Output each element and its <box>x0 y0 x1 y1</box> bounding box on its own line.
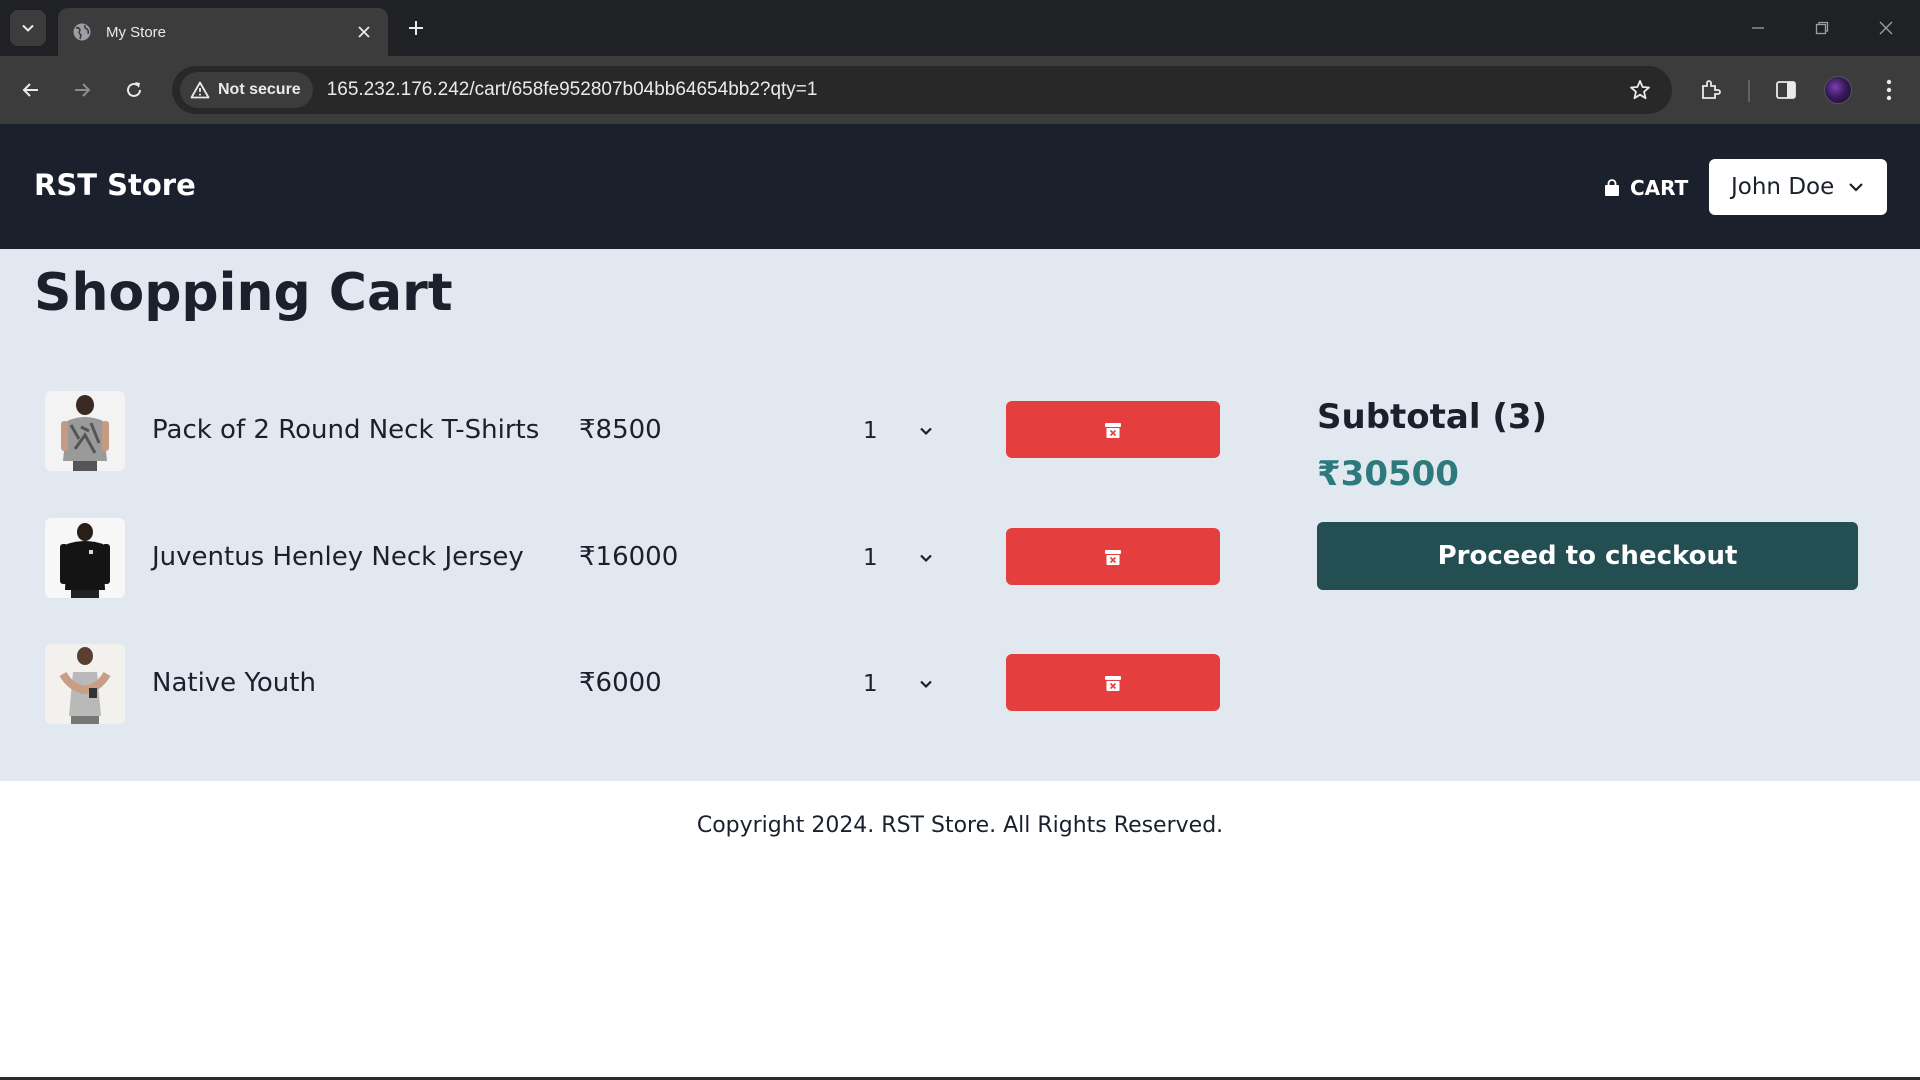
warning-icon <box>190 81 210 99</box>
close-icon <box>1879 21 1893 35</box>
copyright-text: Copyright 2024. RST Store. All Rights Re… <box>696 813 1224 838</box>
extensions-icon[interactable] <box>1691 70 1731 110</box>
minimize-icon <box>1752 27 1764 29</box>
browser-menu-button[interactable] <box>1869 70 1909 110</box>
subtotal-title: Subtotal (3) <box>1317 397 1548 437</box>
site-footer: Copyright 2024. RST Store. All Rights Re… <box>0 781 1920 1080</box>
product-image[interactable] <box>45 518 125 598</box>
tab-search-button[interactable] <box>10 10 46 46</box>
new-tab-button[interactable] <box>400 12 432 44</box>
trash-icon <box>1105 422 1121 438</box>
chevron-down-icon <box>1849 183 1864 192</box>
reload-button[interactable] <box>114 70 154 110</box>
product-name[interactable]: Juventus Henley Neck Jersey <box>152 542 524 572</box>
web-page: RST Store CART John Doe Shopping Cart Pa… <box>0 124 1920 1080</box>
avatar <box>1824 76 1852 104</box>
chevron-down-icon <box>22 24 34 32</box>
minimize-button[interactable] <box>1734 8 1782 48</box>
product-price: ₹16000 <box>579 542 679 572</box>
side-panel-icon[interactable] <box>1766 70 1806 110</box>
close-window-button[interactable] <box>1862 8 1910 48</box>
subtotal-amount: ₹30500 <box>1317 454 1459 494</box>
chevron-down-icon <box>916 421 936 441</box>
product-image[interactable] <box>45 644 125 724</box>
quantity-select[interactable]: 1 <box>805 405 945 457</box>
bookmark-star-icon[interactable] <box>1620 70 1660 110</box>
security-chip[interactable]: Not secure <box>180 72 313 108</box>
remove-item-button[interactable] <box>1006 528 1220 585</box>
shopping-bag-icon <box>1605 179 1619 196</box>
browser-tabstrip: My Store <box>0 0 1920 56</box>
plus-icon <box>409 21 423 35</box>
cart-item: Native Youth ₹6000 1 <box>45 644 1225 726</box>
chevron-down-icon <box>916 548 936 568</box>
trash-icon <box>1105 675 1121 691</box>
product-price: ₹6000 <box>579 668 662 698</box>
restore-icon <box>1815 21 1829 35</box>
checkout-button[interactable]: Proceed to checkout <box>1317 522 1858 590</box>
browser-toolbar: Not secure 165.232.176.242/cart/658fe952… <box>0 56 1920 124</box>
chevron-down-icon <box>916 674 936 694</box>
cart-section: Shopping Cart Pack of 2 Round Neck T-Shi… <box>0 249 1920 781</box>
product-image[interactable] <box>45 391 125 471</box>
browser-tab[interactable]: My Store <box>58 8 388 56</box>
quantity-value: 1 <box>863 418 878 444</box>
profile-avatar[interactable] <box>1818 70 1858 110</box>
address-bar[interactable]: Not secure 165.232.176.242/cart/658fe952… <box>172 66 1672 114</box>
user-name: John Doe <box>1731 174 1835 200</box>
restore-button[interactable] <box>1798 8 1846 48</box>
product-name[interactable]: Native Youth <box>152 668 316 698</box>
tab-close-icon[interactable] <box>354 22 374 42</box>
globe-icon <box>73 23 91 41</box>
cart-link[interactable]: CART <box>1604 176 1688 200</box>
product-name[interactable]: Pack of 2 Round Neck T-Shirts <box>152 415 539 445</box>
tab-title: My Store <box>106 23 167 41</box>
cart-item: Pack of 2 Round Neck T-Shirts ₹8500 1 <box>45 391 1225 473</box>
more-vert-icon <box>1886 79 1892 101</box>
site-brand[interactable]: RST Store <box>34 168 196 202</box>
remove-item-button[interactable] <box>1006 401 1220 458</box>
user-menu-button[interactable]: John Doe <box>1709 159 1887 215</box>
forward-arrow-icon <box>75 83 91 97</box>
forward-button[interactable] <box>62 70 102 110</box>
security-label: Not secure <box>218 81 301 98</box>
back-arrow-icon <box>22 83 38 97</box>
product-price: ₹8500 <box>579 415 662 445</box>
page-title: Shopping Cart <box>34 263 453 323</box>
quantity-select[interactable]: 1 <box>805 658 945 710</box>
quantity-value: 1 <box>863 671 878 697</box>
back-button[interactable] <box>11 70 51 110</box>
reload-icon <box>127 82 141 97</box>
quantity-select[interactable]: 1 <box>805 532 945 584</box>
cart-item: Juventus Henley Neck Jersey ₹16000 1 <box>45 518 1225 600</box>
toolbar-divider <box>1748 80 1750 102</box>
site-navbar: RST Store CART John Doe <box>0 124 1920 249</box>
trash-icon <box>1105 549 1121 565</box>
url-text[interactable]: 165.232.176.242/cart/658fe952807b04bb646… <box>327 79 1620 101</box>
quantity-value: 1 <box>863 545 878 571</box>
cart-link-label: CART <box>1630 176 1689 200</box>
remove-item-button[interactable] <box>1006 654 1220 711</box>
